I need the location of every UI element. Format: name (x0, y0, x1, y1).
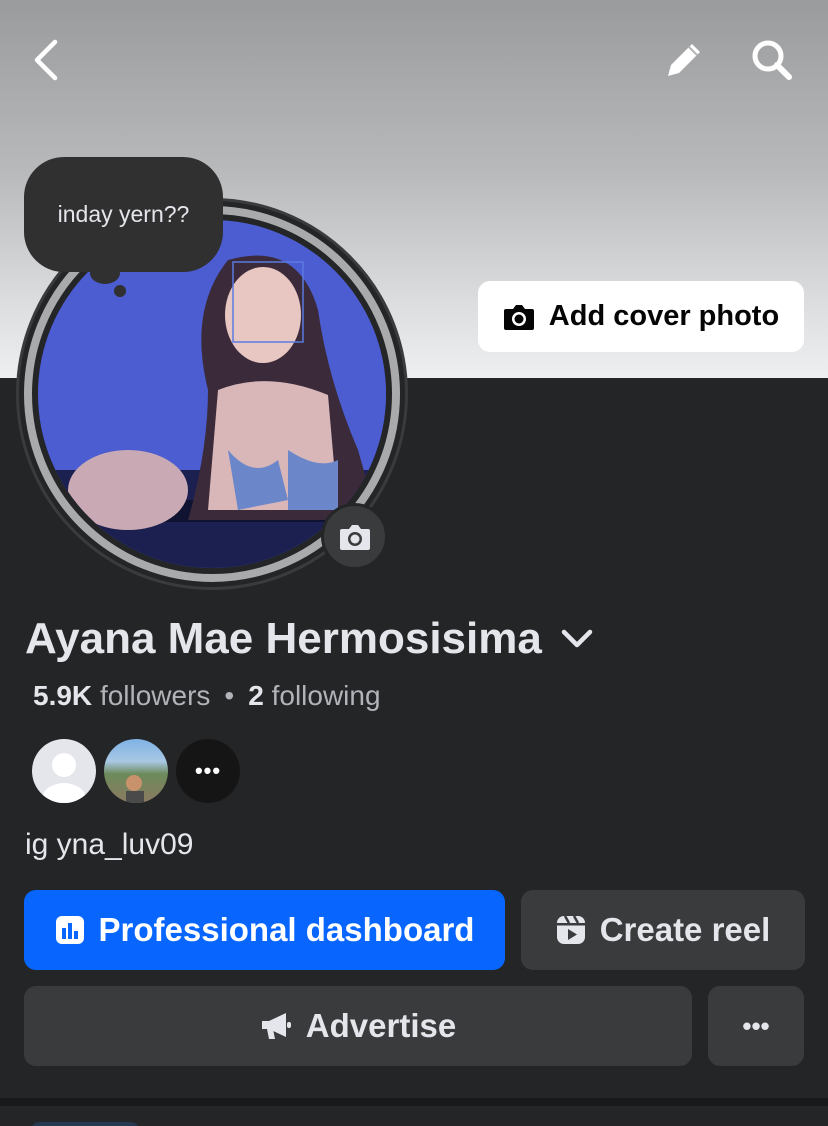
profile-name-switcher[interactable]: Ayana Mae Hermosisima (25, 614, 594, 664)
megaphone-icon (261, 1013, 291, 1039)
chevron-down-icon (561, 629, 593, 648)
followers-label: followers (99, 680, 211, 711)
followers-link[interactable]: 5.9K followers (33, 680, 210, 711)
friend-avatar[interactable] (32, 739, 96, 803)
edit-profile-button[interactable] (660, 36, 708, 84)
friend-photo (126, 775, 144, 803)
create-reel-label: Create reel (599, 911, 771, 948)
more-options-button[interactable]: ••• (708, 986, 804, 1066)
follow-stats: 5.9K followers • 2 following (33, 680, 381, 712)
add-cover-photo-label: Add cover photo (548, 300, 780, 332)
professional-dashboard-label: Professional dashboard (98, 911, 475, 948)
more-friends-button[interactable]: ••• (176, 739, 240, 803)
followers-count: 5.9K (33, 680, 93, 711)
following-count: 2 (248, 680, 264, 711)
update-profile-picture-button[interactable] (321, 503, 388, 570)
tab-posts[interactable] (30, 1122, 140, 1126)
camera-icon (503, 304, 534, 330)
section-divider (0, 1098, 828, 1106)
more-icon: ••• (742, 1010, 770, 1041)
note-bubble-tail-dot (114, 285, 126, 297)
following-label: following (271, 680, 381, 711)
profile-bio: ig yna_luv09 (25, 828, 194, 861)
following-link[interactable]: 2 following (248, 680, 380, 711)
advertise-label: Advertise (305, 1007, 457, 1044)
professional-dashboard-button[interactable]: Professional dashboard (24, 890, 505, 970)
friends-preview: ••• (32, 739, 240, 803)
advertise-button[interactable]: Advertise (24, 986, 692, 1066)
profile-name: Ayana Mae Hermosisima (25, 614, 542, 663)
note-bubble-tail (90, 262, 120, 284)
note-bubble[interactable]: inday yern?? (24, 157, 223, 272)
pencil-icon (668, 44, 700, 76)
search-icon (752, 40, 792, 80)
create-reel-button[interactable]: Create reel (521, 890, 805, 970)
search-button[interactable] (748, 36, 796, 84)
more-icon: ••• (194, 758, 222, 783)
chevron-left-icon (34, 39, 58, 81)
separator-dot: • (224, 680, 235, 711)
note-text: inday yern?? (57, 201, 190, 227)
back-button[interactable] (22, 36, 70, 84)
add-cover-photo-button[interactable]: Add cover photo (478, 281, 804, 352)
friend-avatar[interactable] (104, 739, 168, 803)
default-avatar-icon (42, 753, 86, 803)
dashboard-chart-icon (55, 916, 84, 944)
reel-icon (556, 915, 585, 944)
camera-icon (339, 524, 370, 550)
